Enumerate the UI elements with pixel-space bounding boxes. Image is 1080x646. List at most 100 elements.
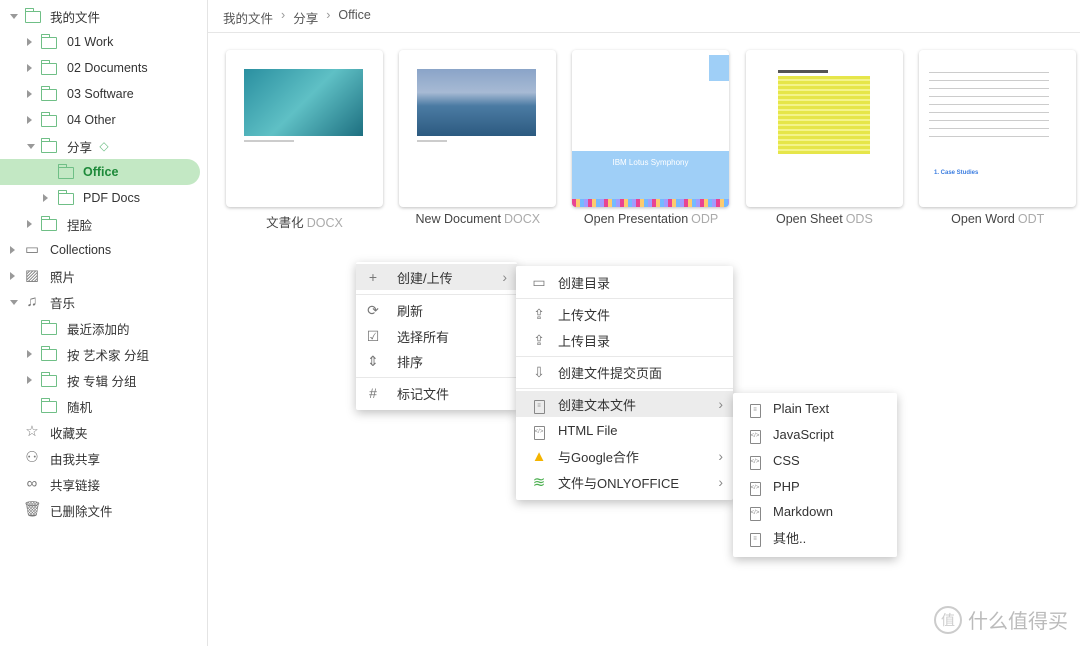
menu-item[interactable]: ☑ 选择所有 — [356, 323, 517, 349]
folder-icon — [40, 372, 57, 387]
sidebar-item[interactable]: 02 Documents — [0, 55, 200, 81]
sidebar: 我的文件 01 Work 02 Documents 03 Software 04 Oth… — [0, 0, 208, 646]
sidebar-item[interactable]: 我的文件 — [0, 3, 200, 29]
breadcrumb-item[interactable]: 我的文件 — [223, 8, 273, 27]
sidebar-item[interactable]: 最近添加的 — [0, 315, 200, 341]
thumbnail-text: IBM Lotus Symphony — [612, 158, 689, 167]
menu-item[interactable]: ⟳ 刷新 — [356, 297, 517, 323]
menu-item-label: 创建目录 — [558, 275, 611, 291]
sidebar-item[interactable]: ☆ 收藏夹 — [0, 419, 200, 445]
file-thumbnail[interactable] — [399, 50, 556, 207]
divider — [208, 32, 1080, 33]
expand-arrow-icon[interactable] — [27, 64, 32, 72]
sidebar-item[interactable]: PDF Docs — [0, 185, 200, 211]
file-name[interactable]: 文書化 DOCX — [218, 212, 391, 231]
menu-item-label: 选择所有 — [397, 329, 450, 345]
file-extension: ODT — [1017, 212, 1045, 226]
breadcrumb-item[interactable]: 分享 — [293, 8, 318, 27]
sidebar-item-label: 按 艺术家 分组 — [67, 348, 149, 363]
menu-item[interactable]: ▭ 创建目录 — [516, 269, 733, 295]
folder-icon — [40, 138, 57, 153]
menu-item[interactable]: </> JavaScript — [733, 421, 897, 447]
expand-arrow-icon[interactable] — [10, 272, 15, 280]
menu-item[interactable]: </> CSS — [733, 447, 897, 473]
menu-item-label: PHP — [773, 478, 800, 494]
collapse-arrow-icon[interactable] — [10, 300, 18, 305]
sidebar-item[interactable]: ♫ 音乐 — [0, 289, 200, 315]
tag-icon[interactable]: ◇ — [95, 133, 113, 159]
text-file-icon: ≡ — [530, 394, 548, 414]
expand-arrow-icon[interactable] — [27, 90, 32, 98]
sidebar-item-label: Collections — [50, 243, 112, 257]
sidebar-item[interactable]: ▭ Collections — [0, 237, 200, 263]
menu-item-label: 文件与ONLYOFFICE — [558, 475, 680, 491]
menu-item[interactable]: + 创建/上传 › — [356, 264, 517, 290]
collapse-arrow-icon[interactable] — [27, 144, 35, 149]
file-name[interactable]: Open Word ODT — [911, 212, 1080, 226]
menu-item[interactable]: ≋ 文件与ONLYOFFICE › — [516, 469, 733, 495]
menu-item-label: 创建文本文件 — [558, 397, 637, 413]
expand-arrow-icon[interactable] — [27, 220, 32, 228]
text-file-icon: ≡ — [746, 398, 764, 418]
music-icon: ♫ — [26, 293, 38, 310]
collapse-arrow-icon[interactable] — [10, 14, 18, 19]
menu-item[interactable]: </> Markdown — [733, 498, 897, 524]
sidebar-item-label: 04 Other — [67, 113, 116, 127]
sidebar-item[interactable]: 04 Other — [0, 107, 200, 133]
file-thumbnail[interactable]: IBM Lotus Symphony — [572, 50, 729, 207]
code-file-icon: </> — [746, 501, 764, 521]
sidebar-item[interactable]: 按 专辑 分组 — [0, 367, 200, 393]
folder-icon: ▭ — [532, 273, 546, 290]
expand-arrow-icon[interactable] — [27, 38, 32, 46]
file-thumbnail[interactable] — [226, 50, 383, 207]
menu-item[interactable]: </> PHP — [733, 473, 897, 499]
file-name[interactable]: Open Sheet ODS — [738, 212, 911, 226]
menu-item[interactable]: ⇕ 排序 — [356, 348, 517, 374]
file-name-text: Open Word — [951, 212, 1015, 226]
trash-icon: 🗑 — [23, 501, 43, 518]
sidebar-item[interactable]: 随机 — [0, 393, 200, 419]
menu-item[interactable]: ▲ 与Google合作 › — [516, 443, 733, 469]
sidebar-item[interactable]: 分享 ◇ — [0, 133, 200, 159]
folder-icon — [40, 398, 57, 413]
sidebar-item[interactable]: ⚇ 由我共享 — [0, 445, 200, 471]
expand-arrow-icon[interactable] — [43, 194, 48, 202]
file-name-text: New Document — [415, 212, 501, 226]
menu-item[interactable]: </> HTML File — [516, 417, 733, 443]
breadcrumb-current[interactable]: Office — [338, 8, 370, 27]
expand-arrow-icon[interactable] — [27, 116, 32, 124]
menu-item[interactable]: # 标记文件 — [356, 380, 517, 406]
expand-arrow-icon[interactable] — [27, 376, 32, 384]
watermark-text: 什么值得买 — [968, 611, 1068, 633]
checkbox-icon: ☑ — [366, 327, 380, 344]
sidebar-item[interactable]: ▨ 照片 — [0, 263, 200, 289]
menu-item[interactable]: ≡ 其他.. — [733, 524, 897, 550]
expand-arrow-icon[interactable] — [10, 246, 15, 254]
sidebar-item-label: 捏脸 — [67, 218, 93, 233]
menu-item[interactable]: ⇩ 创建文件提交页面 — [516, 359, 733, 385]
menu-item[interactable]: ⇪ 上传文件 — [516, 301, 733, 327]
sidebar-item[interactable]: 03 Software — [0, 81, 200, 107]
sidebar-item[interactable]: ∞ 共享链接 — [0, 471, 200, 497]
sidebar-item-label: 收藏夹 — [50, 426, 88, 441]
sidebar-item-label: 共享链接 — [50, 478, 101, 493]
sidebar-item[interactable]: 🗑 已删除文件 — [0, 497, 200, 523]
menu-item-label: 上传文件 — [558, 307, 611, 323]
expand-arrow-icon[interactable] — [27, 350, 32, 358]
file-extension: DOCX — [503, 212, 541, 226]
menu-item[interactable]: ⇪ 上传目录 — [516, 327, 733, 353]
folder-icon — [40, 346, 57, 361]
file-thumbnail[interactable] — [746, 50, 903, 207]
file-name[interactable]: New Document DOCX — [391, 212, 564, 226]
sidebar-item[interactable]: Office — [0, 159, 200, 185]
folder-icon — [40, 86, 57, 101]
menu-item[interactable]: ≡ Plain Text — [733, 395, 897, 421]
sidebar-item[interactable]: 按 艺术家 分组 — [0, 341, 200, 367]
sidebar-item[interactable]: 捏脸 — [0, 211, 200, 237]
menu-item[interactable]: ≡ 创建文本文件 › — [516, 391, 733, 417]
sidebar-item[interactable]: 01 Work — [0, 29, 200, 55]
file-name[interactable]: Open Presentation ODP — [565, 212, 738, 226]
breadcrumb: 我的文件 › 分享 › Office — [223, 8, 371, 27]
thumbnail-text: 1. Case Studies — [934, 170, 979, 176]
file-thumbnail[interactable]: 1. Case Studies — [919, 50, 1076, 207]
